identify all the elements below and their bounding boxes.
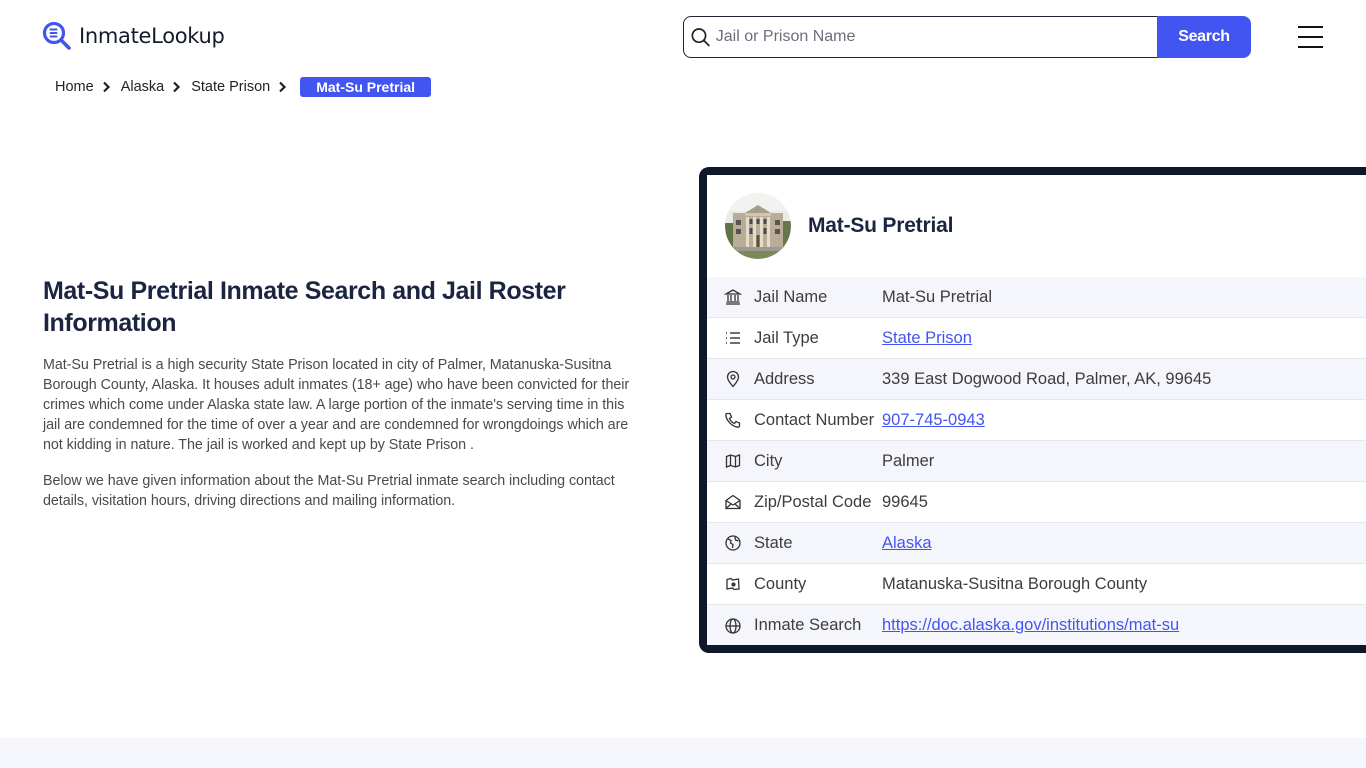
globe-region-icon <box>725 535 741 551</box>
menu-bar <box>1298 46 1323 48</box>
row-label: Address <box>754 369 815 388</box>
breadcrumb-home[interactable]: Home <box>55 79 94 95</box>
row-label: City <box>754 451 783 470</box>
footer-section-edge <box>0 738 1366 768</box>
row-value: Mat-Su Pretrial <box>882 287 993 306</box>
info-row-city: City Palmer <box>707 441 1366 482</box>
row-label: Jail Name <box>754 287 828 306</box>
info-row-inmate-search: Inmate Search https://doc.alaska.gov/ins… <box>707 605 1366 645</box>
page-title: Mat-Su Pretrial Inmate Search and Jail R… <box>43 277 566 337</box>
info-row-jail-type: Jail Type State Prison <box>707 318 1366 359</box>
map-pin-icon <box>726 370 740 388</box>
jail-type-link[interactable]: State Prison <box>882 329 972 348</box>
row-label: State <box>754 533 793 552</box>
site-header: InmateLookup Search <box>0 0 1366 72</box>
intro-section: Mat-Su Pretrial Inmate Search and Jail R… <box>43 275 633 511</box>
logo-link[interactable]: InmateLookup <box>42 21 225 51</box>
row-label: Contact Number <box>754 410 875 429</box>
chevron-right-icon <box>102 81 110 92</box>
building-columns-icon <box>724 289 742 305</box>
info-row-contact-number: Contact Number 907-745-0943 <box>707 400 1366 441</box>
row-label: County <box>754 574 807 593</box>
intro-paragraph: Mat-Su Pretrial is a high security State… <box>43 357 630 453</box>
card-title: Mat-Su Pretrial <box>808 214 954 237</box>
breadcrumb-current: Mat-Su Pretrial <box>300 76 432 97</box>
card-body: Mat-Su Pretrial Jail Name Mat-Su Pretria… <box>707 175 1366 645</box>
card-header: Mat-Su Pretrial <box>707 175 1366 277</box>
row-label: Jail Type <box>754 328 819 347</box>
chevron-right-icon <box>279 81 287 92</box>
info-row-county: County Matanuska-Susitna Borough County <box>707 564 1366 605</box>
logo-magnifier-icon <box>42 21 71 50</box>
info-row-address: Address 339 East Dogwood Road, Palmer, A… <box>707 359 1366 400</box>
phone-icon <box>725 412 741 428</box>
row-value: Matanuska-Susitna Borough County <box>882 574 1148 593</box>
breadcrumb-state[interactable]: Alaska <box>121 79 165 95</box>
map-icon <box>725 454 741 468</box>
jail-building-avatar <box>725 193 791 259</box>
row-value: Palmer <box>882 451 935 470</box>
row-label: Zip/Postal Code <box>754 492 872 511</box>
chevron-right-icon <box>173 81 181 92</box>
inmate-search-link[interactable]: https://doc.alaska.gov/institutions/mat-… <box>882 616 1179 635</box>
search-icon <box>691 28 710 47</box>
search-form: Search <box>683 16 1251 58</box>
mail-open-icon <box>725 494 741 510</box>
state-link[interactable]: Alaska <box>882 534 932 553</box>
info-row-state: State Alaska <box>707 523 1366 564</box>
jail-info-card: Mat-Su Pretrial Jail Name Mat-Su Pretria… <box>699 167 1366 653</box>
county-map-icon <box>726 577 740 591</box>
breadcrumb-jail-type[interactable]: State Prison <box>191 79 270 95</box>
row-value: 339 East Dogwood Road, Palmer, AK, 99645 <box>882 369 1212 388</box>
breadcrumb: Home Alaska State Prison Mat-Su Pretrial <box>55 76 432 97</box>
info-table: Jail Name Mat-Su Pretrial Jail Type Stat… <box>707 277 1366 645</box>
menu-bar <box>1298 36 1323 38</box>
row-label: Inmate Search <box>754 616 862 634</box>
row-value: 99645 <box>882 492 928 511</box>
intro-paragraph: Below we have given information about th… <box>43 473 615 509</box>
phone-link[interactable]: 907-745-0943 <box>882 411 985 430</box>
info-row-zip: Zip/Postal Code 99645 <box>707 482 1366 523</box>
search-button[interactable]: Search <box>1157 16 1251 58</box>
hamburger-menu-icon[interactable] <box>1298 26 1324 48</box>
logo-text: InmateLookup <box>79 24 225 48</box>
search-box <box>683 16 1157 58</box>
menu-bar <box>1298 26 1323 28</box>
search-input[interactable] <box>715 28 1157 46</box>
info-row-jail-name: Jail Name Mat-Su Pretrial <box>707 277 1366 318</box>
globe-icon <box>725 617 741 634</box>
list-icon <box>726 332 740 344</box>
